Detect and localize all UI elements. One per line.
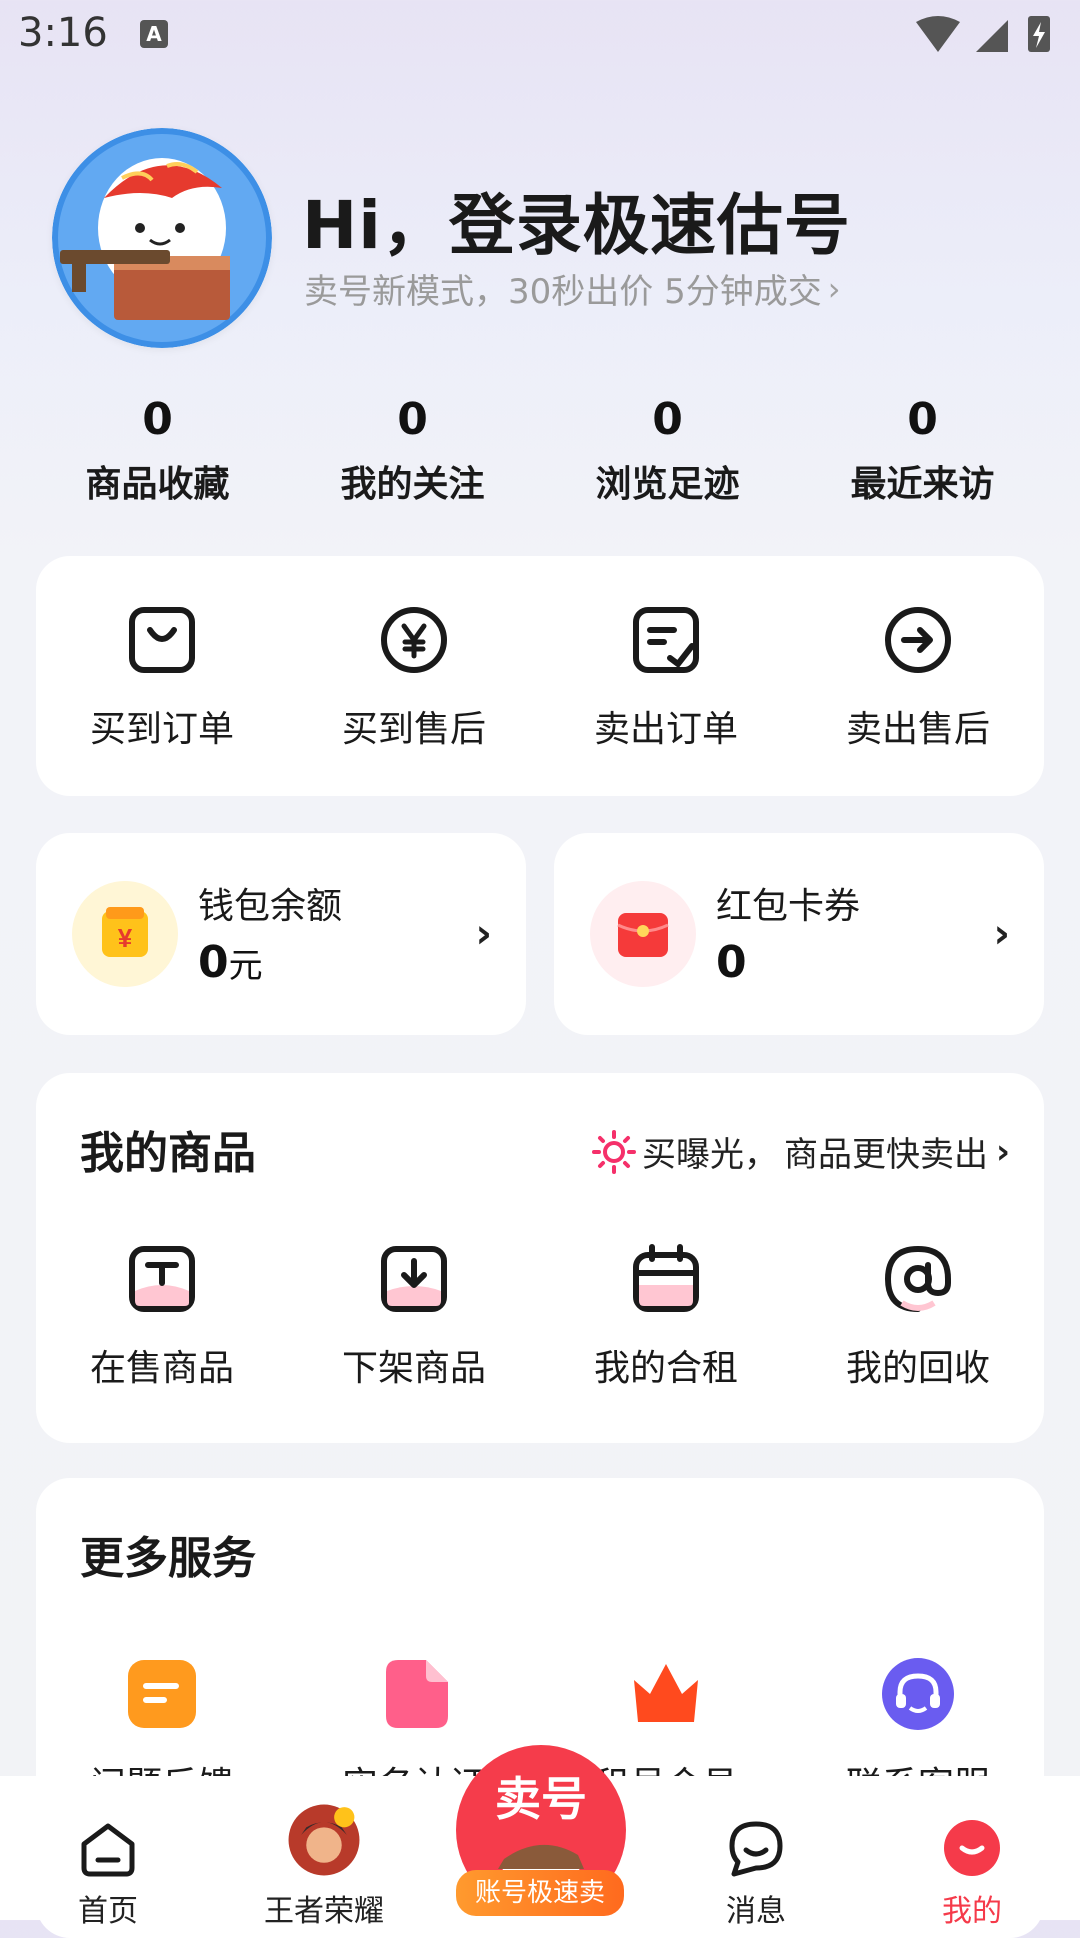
stat-value: 0 <box>652 394 683 445</box>
buy-exposure-link[interactable]: 买曝光， 商品更快卖出 › <box>581 1127 1010 1176</box>
stat-history[interactable]: 0 浏览足迹 <box>540 395 795 515</box>
system-status-icons <box>916 16 1050 52</box>
stat-label: 最近来访 <box>850 464 995 505</box>
order-label: 卖出订单 <box>593 709 738 750</box>
calendar-icon <box>633 1244 699 1312</box>
status-time: 3:16 <box>18 10 108 56</box>
login-subtitle: 卖号新模式，30秒出价 5分钟成交 <box>304 272 822 312</box>
chevron-right-icon: › <box>995 1131 1010 1172</box>
wallet-yen-icon: ¥ <box>72 881 178 987</box>
goods-label: 我的合租 <box>593 1348 738 1389</box>
goods-section-title: 我的商品 <box>80 1128 256 1179</box>
wallet-card[interactable]: ¥ 钱包余额 0元 › <box>36 833 526 1035</box>
my-goods-card: 我的商品 买曝光， 商品更快卖出 › 在售商品 下架商品 我的合租 我的回收 <box>36 1073 1044 1443</box>
status-bar: 3:16 A <box>0 0 1080 72</box>
recycle-button[interactable]: 我的回收 <box>792 1243 1044 1391</box>
tab-label: 王者荣耀 <box>264 1894 384 1929</box>
id-card-icon <box>386 1660 448 1728</box>
promo-text: 商品更快卖出 <box>783 1135 988 1175</box>
crown-icon <box>634 1664 698 1722</box>
stat-value: 0 <box>907 394 938 445</box>
chevron-right-icon: › <box>475 911 492 957</box>
wifi-icon <box>916 16 960 52</box>
promo-highlight: 买曝光， <box>581 1127 788 1176</box>
more-section-title: 更多服务 <box>80 1533 256 1584</box>
login-subtitle-link[interactable]: 卖号新模式，30秒出价 5分钟成交 › <box>304 264 841 313</box>
sold-orders-button[interactable]: 卖出订单 <box>540 556 792 796</box>
svg-text:¥: ¥ <box>118 923 133 953</box>
chevron-right-icon: › <box>993 911 1010 957</box>
sun-icon <box>591 1129 636 1174</box>
note-check-icon <box>633 607 699 673</box>
goods-label: 我的回收 <box>845 1348 990 1389</box>
chevron-right-icon: › <box>827 269 841 308</box>
shared-rent-button[interactable]: 我的合租 <box>540 1243 792 1391</box>
tab-messages[interactable]: 消息 <box>686 1776 826 1929</box>
coupon-title: 红包卡券 <box>716 886 861 927</box>
sushi-mascot-avatar-icon <box>52 128 272 348</box>
goods-label: 在售商品 <box>89 1348 234 1389</box>
message-icon <box>729 1821 783 1877</box>
arrow-right-circle-icon <box>885 607 951 673</box>
stat-label: 商品收藏 <box>85 464 230 505</box>
sold-aftersale-button[interactable]: 卖出售后 <box>792 556 1044 796</box>
tab-mine[interactable]: 我的 <box>902 1776 1042 1929</box>
stat-visitors[interactable]: 0 最近来访 <box>795 395 1050 515</box>
stat-favorites[interactable]: 0 商品收藏 <box>30 395 285 515</box>
stat-value: 0 <box>397 394 428 445</box>
tab-home[interactable]: 首页 <box>38 1776 178 1929</box>
wallet-title: 钱包余额 <box>198 886 343 927</box>
bought-orders-button[interactable]: 买到订单 <box>36 556 288 796</box>
off-shelf-button[interactable]: 下架商品 <box>288 1243 540 1391</box>
orders-card: 买到订单 买到售后 卖出订单 卖出售后 <box>36 556 1044 796</box>
sell-tag[interactable]: 账号极速卖 <box>456 1870 624 1916</box>
stat-label: 我的关注 <box>340 464 485 505</box>
bag-icon <box>129 607 195 673</box>
red-packet-icon <box>590 881 696 987</box>
goods-label: 下架商品 <box>341 1348 486 1389</box>
tab-label: 我的 <box>942 1894 1002 1929</box>
wallet-unit: 元 <box>228 946 263 986</box>
order-label: 卖出售后 <box>845 709 990 750</box>
wallet-value: 0元 <box>198 937 263 988</box>
on-sale-button[interactable]: 在售商品 <box>36 1243 288 1391</box>
avatar[interactable] <box>52 128 272 348</box>
yen-circle-icon <box>381 607 447 673</box>
stats-row: 0 商品收藏 0 我的关注 0 浏览足迹 0 最近来访 <box>30 395 1050 515</box>
profile-icon <box>944 1820 1000 1876</box>
keyboard-a-icon: A <box>140 20 168 48</box>
stat-value: 0 <box>142 394 173 445</box>
coupon-card[interactable]: 红包卡券 0 › <box>554 833 1044 1035</box>
stat-following[interactable]: 0 我的关注 <box>285 395 540 515</box>
tab-label: 首页 <box>78 1894 138 1929</box>
at-icon <box>884 1245 951 1312</box>
off-shelf-icon <box>381 1246 447 1312</box>
order-label: 买到订单 <box>89 709 234 750</box>
on-sale-icon <box>129 1246 195 1312</box>
bought-aftersale-button[interactable]: 买到售后 <box>288 556 540 796</box>
signal-icon <box>976 20 1008 52</box>
stat-label: 浏览足迹 <box>595 464 740 505</box>
coupon-value: 0 <box>716 937 747 988</box>
home-icon <box>81 1823 135 1877</box>
login-title[interactable]: Hi，登录极速估号 <box>302 172 851 268</box>
feedback-icon <box>128 1660 196 1728</box>
tab-label: 消息 <box>726 1894 786 1929</box>
tab-honor-of-kings[interactable]: 王者荣耀 <box>254 1776 394 1929</box>
goods-row: 在售商品 下架商品 我的合租 我的回收 <box>36 1243 1044 1391</box>
wallet-amount: 0 <box>198 937 229 988</box>
order-label: 买到售后 <box>341 709 486 750</box>
headset-icon <box>882 1658 954 1730</box>
game-avatar-icon <box>288 1804 360 1876</box>
